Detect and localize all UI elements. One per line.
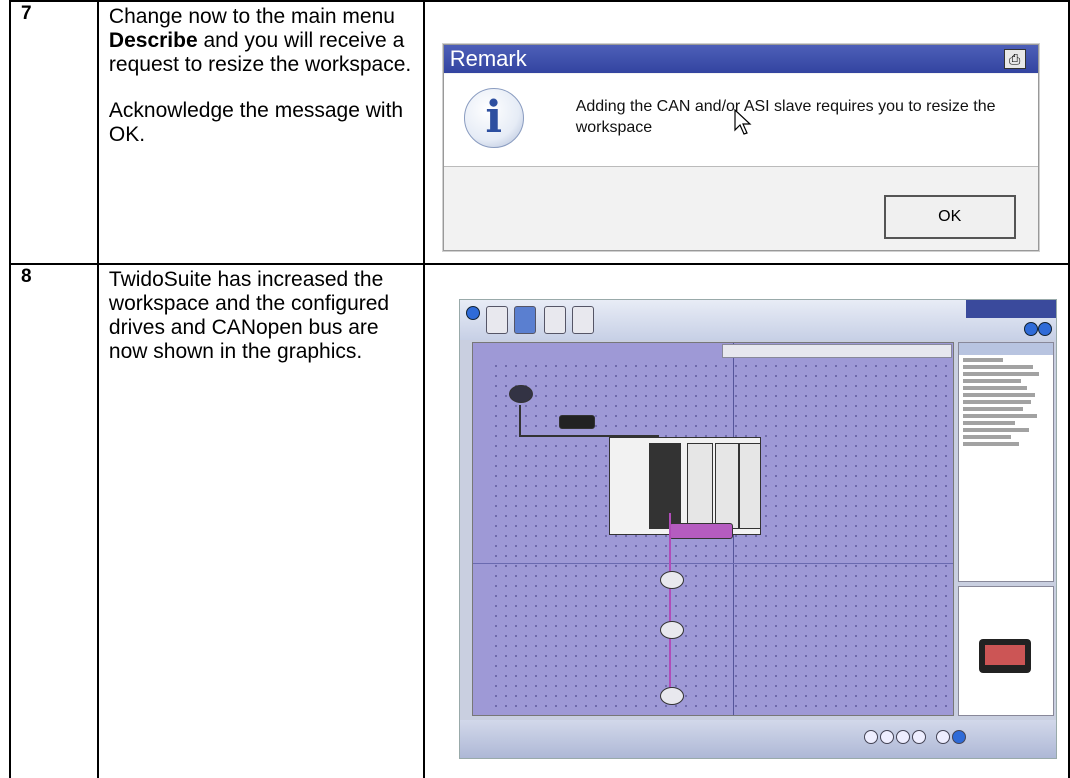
dialog-title: Remark: [449, 46, 527, 71]
expansion-module: [738, 443, 761, 529]
twidosuite-screenshot: [458, 299, 1057, 759]
result-paragraph: TwidoSuite has increased the workspace a…: [108, 268, 390, 363]
info-icon[interactable]: [1037, 322, 1052, 336]
app-toolbar: [459, 300, 1056, 340]
dialog-message: Adding the CAN and/or ASI slave requires…: [575, 98, 996, 136]
nav-control[interactable]: [935, 730, 950, 744]
program-icon[interactable]: [543, 306, 566, 334]
catalog-item[interactable]: [962, 428, 1029, 432]
describe-icon[interactable]: [513, 306, 536, 334]
nav-control[interactable]: [911, 730, 926, 744]
catalog-preview-panel: [957, 586, 1054, 716]
print-icon[interactable]: ⎙: [1003, 49, 1026, 69]
catalog-item[interactable]: [962, 393, 1035, 397]
nav-control[interactable]: [863, 730, 878, 744]
catalog-item[interactable]: [962, 400, 1031, 404]
step-description: Change now to the main menu Describe and…: [96, 0, 425, 265]
settings-icon[interactable]: [1023, 322, 1038, 336]
step-screenshot-cell: [422, 263, 1070, 778]
page-boundary-horizontal: [472, 563, 953, 564]
hmi-preview-image: [978, 639, 1031, 673]
canopen-bus-label: [668, 523, 733, 539]
step-row-8: 8 TwidoSuite has increased the workspace…: [9, 263, 1070, 778]
nav-control[interactable]: [879, 730, 894, 744]
drive-node[interactable]: [659, 571, 684, 589]
instruction-paragraph: Change now to the main menu Describe and…: [109, 5, 415, 77]
network-label: [558, 415, 595, 429]
network-cable: [518, 405, 521, 437]
catalog-item[interactable]: [962, 365, 1033, 369]
catalog-item[interactable]: [962, 379, 1021, 383]
report-icon[interactable]: [571, 306, 594, 334]
canopen-bus-line: [668, 513, 671, 703]
info-icon: i: [463, 88, 524, 148]
expansion-module: [686, 443, 713, 529]
catalog-item[interactable]: [962, 407, 1023, 411]
workspace-toolbar[interactable]: [721, 344, 952, 358]
ok-button[interactable]: OK: [883, 195, 1016, 239]
catalog-item[interactable]: [962, 372, 1039, 376]
drive-node[interactable]: [659, 621, 684, 639]
catalog-header: [958, 343, 1053, 355]
expansion-module: [714, 443, 739, 529]
dialog-separator: [443, 166, 1038, 167]
info-icon[interactable]: [951, 730, 966, 744]
acknowledge-paragraph: Acknowledge the message with OK.: [108, 99, 404, 146]
step-screenshot-cell: Remark ⎙ i Adding the CAN and/or ASI sla…: [422, 0, 1070, 265]
catalog-item[interactable]: [962, 421, 1015, 425]
remark-dialog: Remark ⎙ i Adding the CAN and/or ASI sla…: [442, 44, 1039, 251]
menu-name: Describe: [108, 29, 198, 52]
step-description: TwidoSuite has increased the workspace a…: [96, 263, 425, 778]
hmi-device-icon[interactable]: [508, 385, 533, 403]
catalog-item[interactable]: [962, 435, 1011, 439]
catalog-item[interactable]: [962, 414, 1037, 418]
dialog-title-bar: Remark ⎙: [443, 45, 1038, 73]
step-row-7: 7 Change now to the main menu Describe a…: [9, 0, 1070, 265]
step-number: 7: [9, 0, 99, 265]
window-controls[interactable]: [965, 300, 1056, 318]
nav-control[interactable]: [895, 730, 910, 744]
catalog-item[interactable]: [962, 386, 1027, 390]
help-icon[interactable]: [465, 306, 480, 320]
catalog-panel[interactable]: [957, 342, 1054, 582]
catalog-item[interactable]: [962, 358, 1003, 362]
workspace[interactable]: [471, 342, 954, 716]
instruction-text: Change now to the main menu: [108, 5, 395, 28]
app-statusbar: [459, 720, 1056, 758]
step-number: 8: [9, 263, 99, 778]
drive-node[interactable]: [659, 687, 684, 705]
catalog-item[interactable]: [962, 442, 1019, 446]
project-icon[interactable]: [485, 306, 508, 334]
plc-module: [648, 443, 681, 529]
steps-table: 7 Change now to the main menu Describe a…: [9, 0, 1070, 778]
